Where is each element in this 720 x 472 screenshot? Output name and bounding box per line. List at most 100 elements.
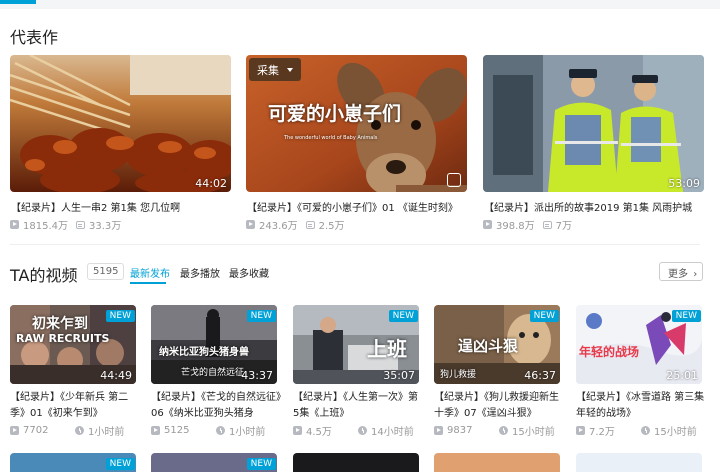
new-badge: NEW	[529, 310, 559, 322]
video-thumbnail[interactable]: NEW	[151, 453, 277, 472]
view-count: 1815.4万	[23, 221, 68, 232]
play-count-icon	[576, 426, 585, 435]
video-title[interactable]: 【纪录片】《狗儿救援迎新生十季》07《逞凶斗狠》	[434, 390, 564, 422]
video-title[interactable]: 【纪录片】《可爱的小崽子们》01 《诞生时刻》	[247, 199, 458, 214]
video-thumbnail[interactable]: 44:02	[10, 55, 231, 192]
play-count-icon	[434, 426, 443, 435]
video-title[interactable]: 【纪录片】《人生第一次》第5集《上班》	[293, 390, 423, 422]
video-thumbnail[interactable]: 上班 NEW 35:07	[293, 305, 419, 384]
new-badge: NEW	[671, 310, 701, 322]
view-count: 7.2万	[589, 427, 615, 438]
publish-time: 14小时前	[371, 427, 414, 438]
video-title[interactable]: 【纪录片】《冰雪道路 第三集 年轻的战场》	[576, 390, 706, 422]
video-thumbnail[interactable]: NEW	[10, 453, 136, 472]
view-count: 9837	[447, 425, 473, 436]
video-card[interactable]: 上班 NEW 35:07 【纪录片】《人生第一次》第5集《上班》 4.5万 14…	[293, 305, 419, 438]
video-meta: 1815.4万 33.3万	[10, 217, 121, 232]
video-thumbnail[interactable]: 年轻的战场 NEW 25:01	[576, 305, 702, 384]
video-thumbnail[interactable]: 纳米比亚狗头猪身兽 芒戈的自然远征 NEW 43:37	[151, 305, 277, 384]
more-button[interactable]: 更多 ›	[659, 262, 703, 281]
play-count-icon	[293, 426, 302, 435]
video-meta: 5125 1小时前	[151, 423, 265, 438]
video-meta: 7.2万 15小时前	[576, 423, 697, 438]
video-duration: 46:37	[524, 369, 556, 382]
thumbnail-caption: 逞凶斗狠	[458, 337, 519, 355]
video-meta: 398.8万 7万	[483, 217, 572, 232]
publish-time: 15小时前	[654, 427, 697, 438]
videos-section-title: TA的视频	[10, 266, 78, 285]
new-badge: NEW	[105, 458, 135, 470]
chevron-right-icon: ›	[693, 269, 698, 280]
chevron-down-icon	[287, 68, 293, 72]
video-thumbnail[interactable]	[576, 453, 702, 472]
video-title[interactable]: 【纪录片】《少年新兵 第二季》01《初来乍到》	[10, 390, 140, 422]
video-duration: 44:49	[100, 369, 132, 382]
video-thumbnail[interactable]: 逞凶斗狠 狗儿救援 NEW 46:37	[434, 305, 560, 384]
video-title[interactable]: 【纪录片】人生一串2 第1集 您几位啊	[11, 199, 180, 214]
video-title[interactable]: 【纪录片】派出所的故事2019 第1集 风雨护城	[484, 199, 692, 214]
collect-label: 采集	[257, 64, 279, 77]
new-badge: NEW	[105, 310, 135, 322]
featured-video-card[interactable]: 53:09 【纪录片】派出所的故事2019 第1集 风雨护城 398.8万 7万	[483, 55, 704, 232]
danmaku-count: 7万	[555, 221, 573, 232]
publish-time: 15小时前	[512, 427, 555, 438]
danmaku-icon	[305, 220, 315, 229]
tab-latest[interactable]: 最新发布	[130, 265, 170, 280]
new-badge: NEW	[388, 310, 418, 322]
video-meta: 243.6万 2.5万	[246, 217, 345, 232]
tab-most-favorited[interactable]: 最多收藏	[229, 265, 269, 280]
tab-most-played[interactable]: 最多播放	[180, 265, 220, 280]
video-thumbnail[interactable]: 初来乍到 RAW RECRUITS NEW 44:49	[10, 305, 136, 384]
thumbnail-caption: 初来乍到	[32, 316, 88, 332]
danmaku-icon	[76, 220, 85, 229]
thumbnail-subcaption: RAW RECRUITS	[16, 332, 110, 345]
view-count: 4.5万	[306, 427, 332, 438]
video-duration: 25:01	[666, 369, 698, 382]
publish-time: 1小时前	[229, 427, 266, 438]
clock-icon	[216, 426, 225, 435]
thumbnail-caption: 可爱的小崽子们	[268, 103, 402, 125]
danmaku-count: 33.3万	[89, 221, 122, 232]
thumbnail-image	[10, 55, 231, 192]
featured-video-card[interactable]: 可爱的小崽子们 The wonderful world of Baby Anim…	[246, 55, 467, 232]
video-title[interactable]: 【纪录片】《芒戈的自然远征》06《纳米比亚狗头猪身	[151, 390, 281, 422]
danmaku-icon	[542, 220, 552, 229]
view-count: 243.6万	[259, 221, 298, 232]
play-count-icon	[10, 426, 19, 435]
thumbnail-caption: 纳米比亚狗头猪身兽	[159, 347, 249, 358]
clock-icon	[75, 426, 84, 435]
video-card[interactable]: 纳米比亚狗头猪身兽 芒戈的自然远征 NEW 43:37 【纪录片】《芒戈的自然远…	[151, 305, 281, 438]
video-thumbnail[interactable]	[434, 453, 560, 472]
clock-icon	[358, 426, 367, 435]
video-thumbnail[interactable]: 53:09	[483, 55, 704, 192]
thumbnail-subcaption: 芒戈的自然远征	[181, 368, 245, 378]
view-count: 7702	[23, 425, 49, 436]
video-duration: 53:09	[668, 177, 700, 190]
play-count-icon	[483, 220, 492, 229]
video-card[interactable]: 逞凶斗狠 狗儿救援 NEW 46:37 【纪录片】《狗儿救援迎新生十季》07《逞…	[434, 305, 560, 438]
clock-icon	[499, 426, 508, 435]
thumbnail-subcaption: 狗儿救援	[440, 370, 477, 380]
new-badge: NEW	[246, 458, 276, 470]
view-count: 398.8万	[496, 221, 535, 232]
more-label: 更多	[668, 269, 688, 280]
featured-video-card[interactable]: 44:02 【纪录片】人生一串2 第1集 您几位啊 1815.4万 33.3万	[10, 55, 231, 232]
video-meta: 4.5万 14小时前	[293, 423, 414, 438]
video-card[interactable]: 初来乍到 RAW RECRUITS NEW 44:49 【纪录片】《少年新兵 第…	[10, 305, 136, 438]
video-meta: 9837 15小时前	[434, 423, 555, 438]
video-duration: 43:37	[241, 369, 273, 382]
video-thumbnail[interactable]: 可爱的小崽子们 The wonderful world of Baby Anim…	[246, 55, 467, 192]
publish-time: 1小时前	[88, 427, 125, 438]
collect-button[interactable]: 采集	[249, 58, 301, 81]
featured-section-title: 代表作	[10, 28, 59, 47]
active-tab-indicator	[130, 282, 166, 284]
watch-later-icon[interactable]	[447, 173, 461, 187]
top-bar	[0, 0, 720, 9]
play-count-icon	[151, 426, 160, 435]
clock-icon	[641, 426, 650, 435]
video-thumbnail[interactable]	[293, 453, 419, 472]
video-card[interactable]: 年轻的战场 NEW 25:01 【纪录片】《冰雪道路 第三集 年轻的战场》 7.…	[576, 305, 704, 438]
section-divider	[10, 244, 700, 245]
video-duration: 35:07	[383, 369, 415, 382]
thumbnail-subcaption: The wonderful world of Baby Animals	[284, 135, 378, 141]
